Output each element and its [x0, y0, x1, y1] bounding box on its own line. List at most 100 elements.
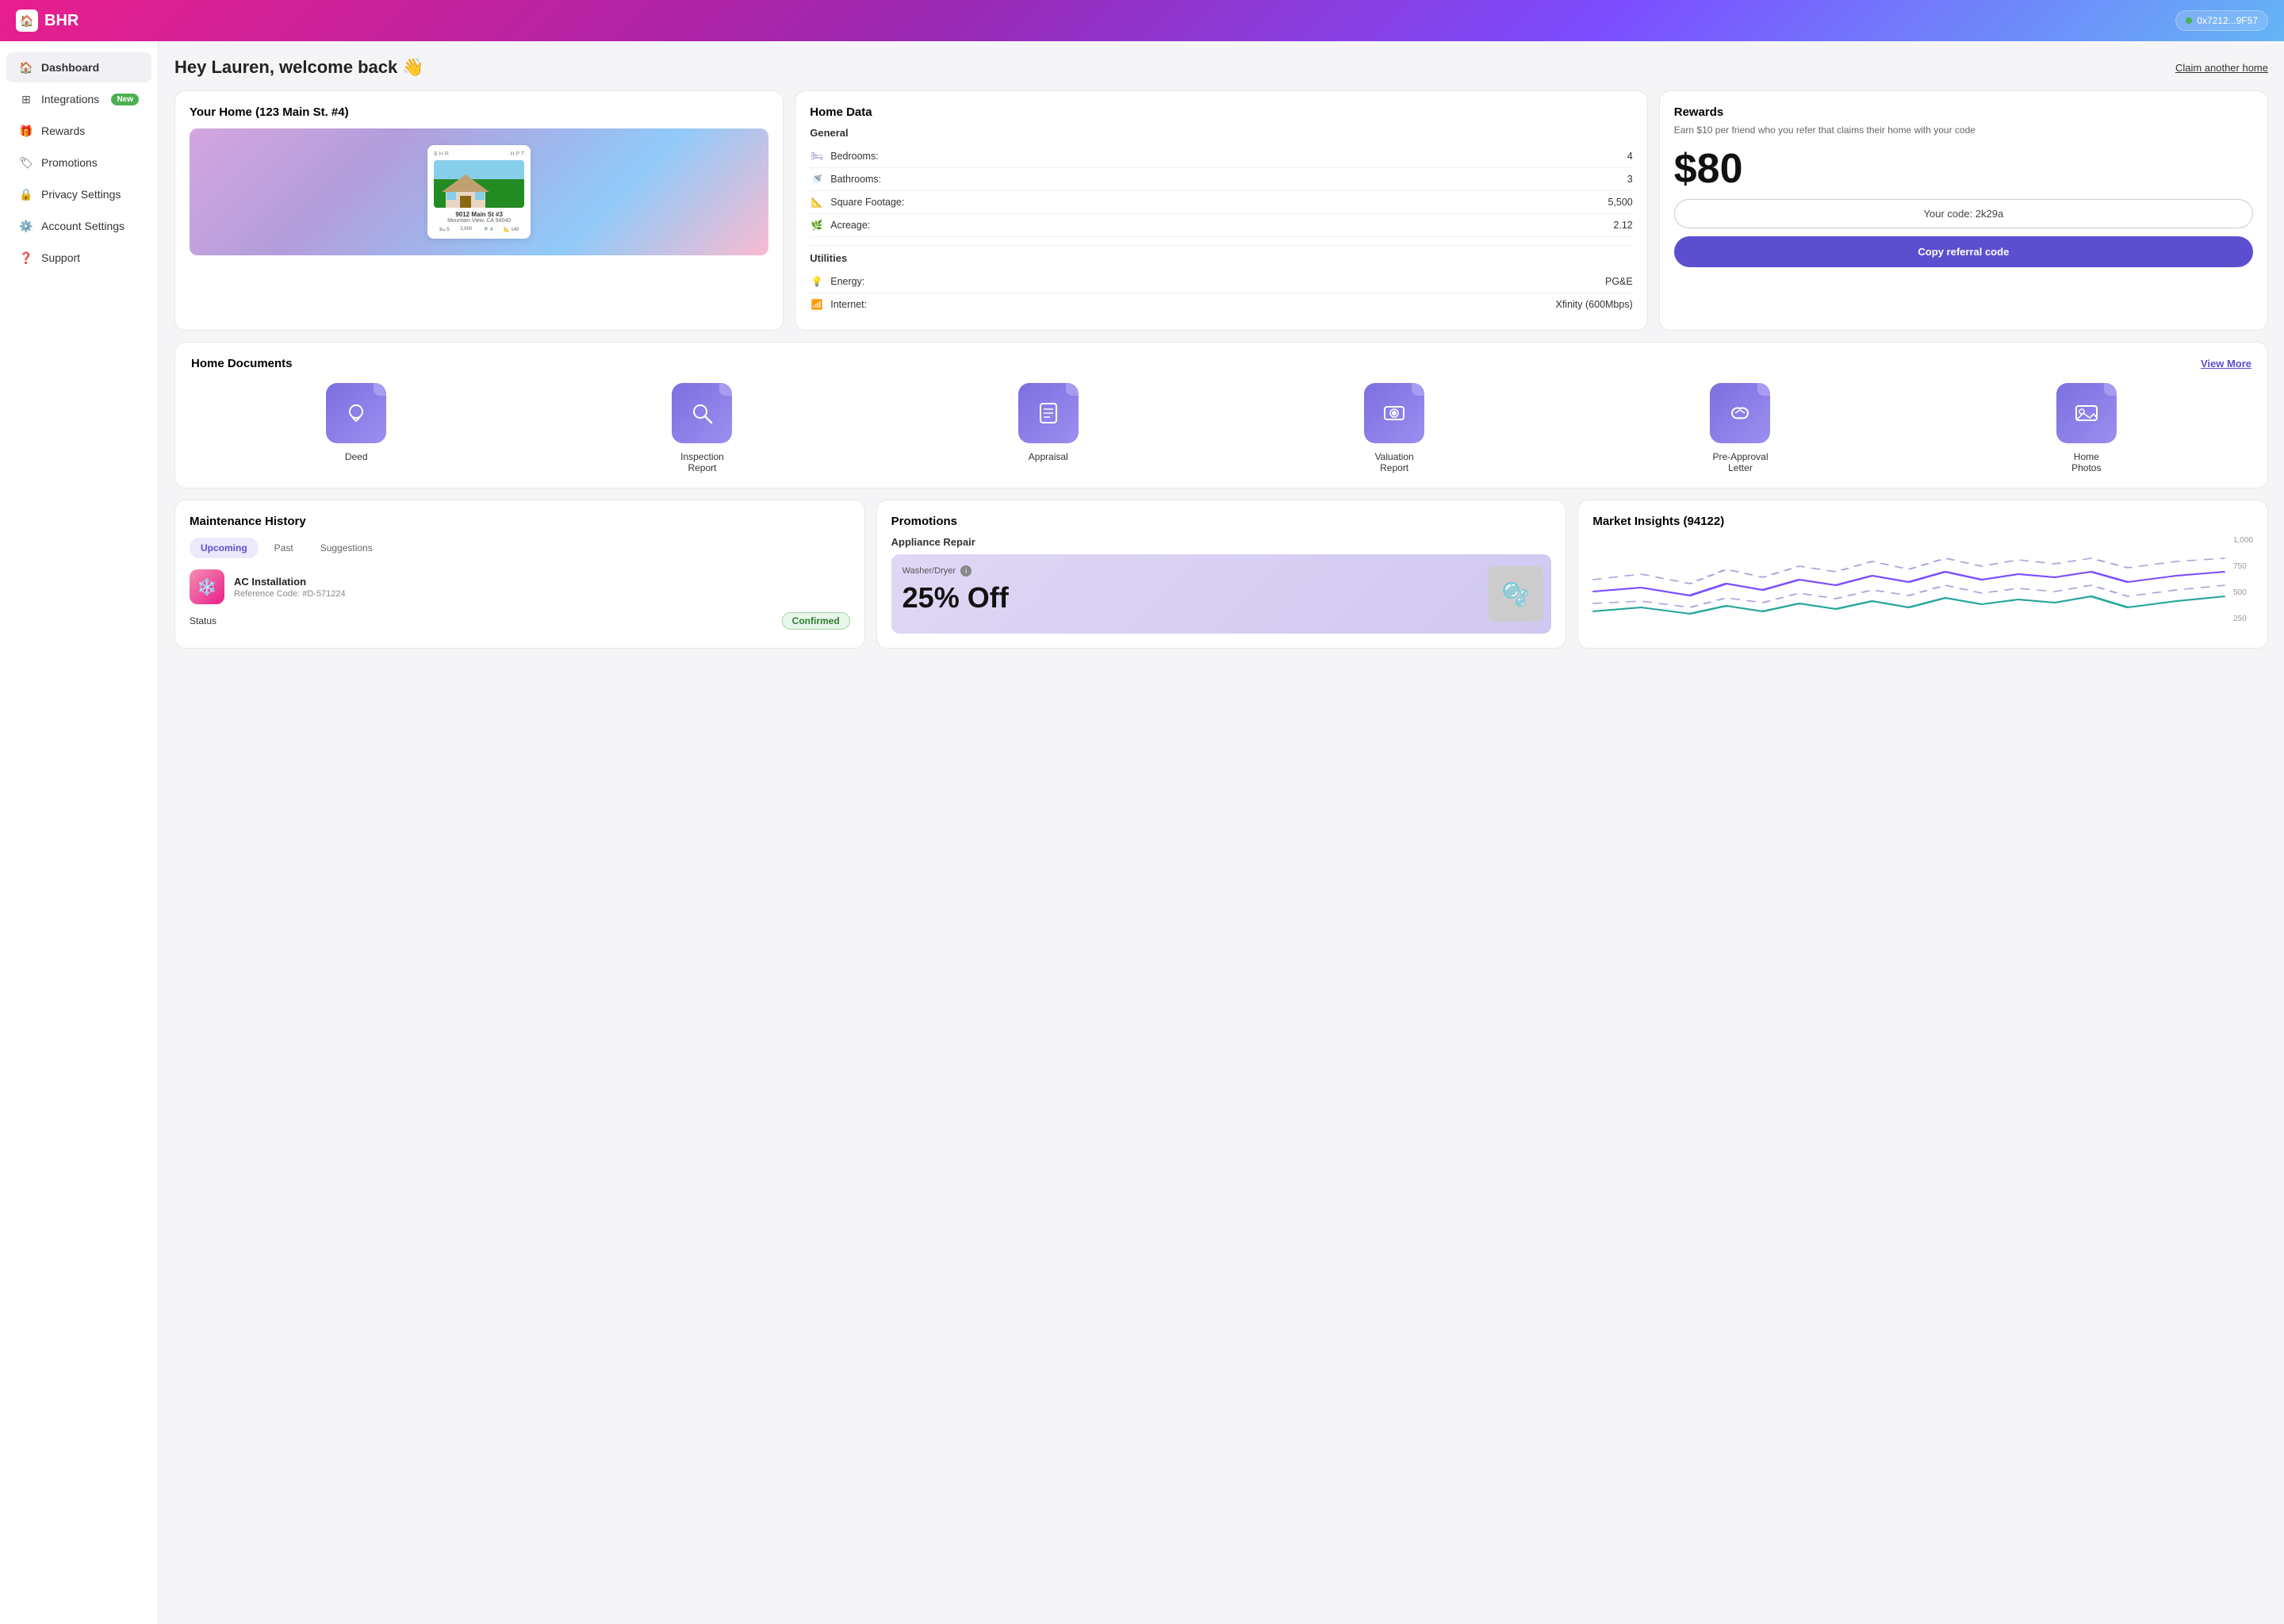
tag-icon: 🏷 — [19, 155, 33, 170]
bathrooms-row: 🚿 Bathrooms: 3 — [810, 168, 1633, 191]
home-card-inner: B H RH P T 9012 Main St #3 — [427, 145, 531, 239]
utilities-label: Utilities — [810, 252, 1633, 264]
market-insights-card: Market Insights (94122) 1,000 — [1577, 500, 2268, 649]
grid-icon: ⊞ — [19, 92, 33, 106]
tab-past[interactable]: Past — [263, 538, 305, 558]
status-badge: Confirmed — [782, 612, 850, 630]
energy-label: Energy: — [830, 276, 864, 287]
page-title: Hey Lauren, welcome back 👋 — [174, 57, 424, 78]
home-address-line2: Mountain View, CA 94040 — [434, 218, 524, 224]
bedrooms-value: 4 — [1627, 151, 1633, 162]
inspection-icon — [672, 383, 732, 443]
sqft-label: Square Footage: — [830, 197, 904, 208]
rewards-title: Rewards — [1674, 105, 2253, 119]
bed-icon: 🛏 — [810, 149, 824, 163]
rewards-desc: Earn $10 per friend who you refer that c… — [1674, 124, 2253, 137]
internet-value: Xfinity (600Mbps) — [1555, 299, 1632, 310]
sidebar-item-promotions[interactable]: 🏷 Promotions — [6, 147, 151, 178]
bottom-row: Maintenance History Upcoming Past Sugges… — [174, 500, 2268, 649]
promo-info-icon: i — [960, 565, 971, 576]
sidebar-label-support: Support — [41, 251, 80, 264]
tab-suggestions[interactable]: Suggestions — [309, 538, 384, 558]
doc-preapproval[interactable]: Pre-ApprovalLetter — [1710, 383, 1770, 473]
y-label-250: 250 — [2233, 615, 2253, 623]
market-chart: 1,000 750 500 250 — [1592, 536, 2253, 623]
copy-referral-button[interactable]: Copy referral code — [1674, 236, 2253, 267]
maintenance-title: Maintenance History — [190, 515, 850, 528]
bathrooms-label: Bathrooms: — [830, 174, 881, 185]
ac-icon: ❄️ — [190, 569, 224, 604]
promotions-title: Promotions — [891, 515, 1552, 528]
wallet-badge[interactable]: 0x7212...9F57 — [2175, 10, 2268, 31]
referral-code-box: Your code: 2k29a — [1674, 199, 2253, 228]
acreage-row: 🌿 Acreage: 2.12 — [810, 214, 1633, 237]
home-data-title: Home Data — [810, 105, 1633, 119]
top-row: Your Home (123 Main St. #4) B H RH P T — [174, 90, 2268, 331]
wallet-status-dot — [2186, 17, 2192, 24]
doc-valuation[interactable]: ValuationReport — [1364, 383, 1424, 473]
internet-row: 📶 Internet: Xfinity (600Mbps) — [810, 293, 1633, 316]
sqft-value: 5,500 — [1608, 197, 1632, 208]
your-home-card: Your Home (123 Main St. #4) B H RH P T — [174, 90, 784, 331]
app-header: 🏠 BHR 0x7212...9F57 — [0, 0, 2284, 41]
market-title: Market Insights (94122) — [1592, 515, 2253, 528]
doc-inspection[interactable]: InspectionReport — [672, 383, 732, 473]
deed-icon — [326, 383, 386, 443]
land-icon: 🌿 — [810, 218, 824, 232]
maintenance-ref: Reference Code: #D-571224 — [234, 589, 850, 599]
wallet-address: 0x7212...9F57 — [2197, 15, 2258, 26]
photos-icon — [2056, 383, 2117, 443]
sidebar-label-rewards: Rewards — [41, 124, 85, 137]
ruler-icon: 📐 — [810, 195, 824, 209]
preapproval-label: Pre-ApprovalLetter — [1712, 451, 1768, 473]
status-label: Status — [190, 615, 217, 626]
home-address-line1: 9012 Main St #3 — [434, 211, 524, 218]
sidebar-item-rewards[interactable]: 🎁 Rewards — [6, 116, 151, 146]
promo-badge-label: Washer/Dryer — [902, 566, 956, 576]
promo-washer-image: 🫧 — [1488, 566, 1543, 622]
logo-text: BHR — [44, 12, 79, 30]
docs-grid: Deed InspectionReport — [191, 383, 2251, 473]
maintenance-card: Maintenance History Upcoming Past Sugges… — [174, 500, 865, 649]
y-label-1000: 1,000 — [2233, 536, 2253, 545]
sidebar-item-integrations[interactable]: ⊞ Integrations New — [6, 84, 151, 114]
sidebar-label-dashboard: Dashboard — [41, 61, 99, 74]
view-more-link[interactable]: View More — [2201, 358, 2251, 370]
lock-icon: 🔒 — [19, 187, 33, 201]
claim-home-link[interactable]: Claim another home — [2175, 62, 2268, 74]
doc-appraisal[interactable]: Appraisal — [1018, 383, 1079, 473]
appraisal-icon — [1018, 383, 1079, 443]
home-house-image — [434, 160, 524, 208]
valuation-icon — [1364, 383, 1424, 443]
home-documents-card: Home Documents View More Deed — [174, 342, 2268, 488]
acreage-value: 2.12 — [1613, 220, 1632, 231]
energy-value: PG&E — [1605, 276, 1633, 287]
promotions-card: Promotions Appliance Repair Washer/Dryer… — [876, 500, 1567, 649]
preapproval-icon — [1710, 383, 1770, 443]
energy-icon: 💡 — [810, 274, 824, 289]
sidebar-label-account: Account Settings — [41, 220, 125, 232]
sidebar-item-support[interactable]: ❓ Support — [6, 243, 151, 273]
promo-badge-row: Washer/Dryer i — [902, 565, 1541, 576]
maintenance-name: AC Installation — [234, 576, 850, 588]
bedrooms-label: Bedrooms: — [830, 151, 878, 162]
docs-header: Home Documents View More — [191, 357, 2251, 370]
home-image-wrapper: B H RH P T 9012 Main St #3 — [190, 128, 768, 255]
docs-title: Home Documents — [191, 357, 293, 370]
sidebar-label-promotions: Promotions — [41, 156, 98, 169]
sidebar-item-privacy[interactable]: 🔒 Privacy Settings — [6, 179, 151, 209]
new-badge: New — [111, 94, 139, 105]
y-label-500: 500 — [2233, 588, 2253, 597]
bathrooms-value: 3 — [1627, 174, 1633, 185]
sidebar-item-dashboard[interactable]: 🏠 Dashboard — [6, 52, 151, 82]
doc-deed[interactable]: Deed — [326, 383, 386, 473]
appraisal-label: Appraisal — [1029, 451, 1068, 462]
maintenance-info: AC Installation Reference Code: #D-57122… — [234, 576, 850, 599]
tab-upcoming[interactable]: Upcoming — [190, 538, 259, 558]
doc-photos[interactable]: HomePhotos — [2056, 383, 2117, 473]
internet-label: Internet: — [830, 299, 867, 310]
promotions-sub: Appliance Repair — [891, 536, 1552, 548]
photos-label: HomePhotos — [2071, 451, 2101, 473]
gift-icon: 🎁 — [19, 124, 33, 138]
sidebar-item-account[interactable]: ⚙️ Account Settings — [6, 211, 151, 241]
